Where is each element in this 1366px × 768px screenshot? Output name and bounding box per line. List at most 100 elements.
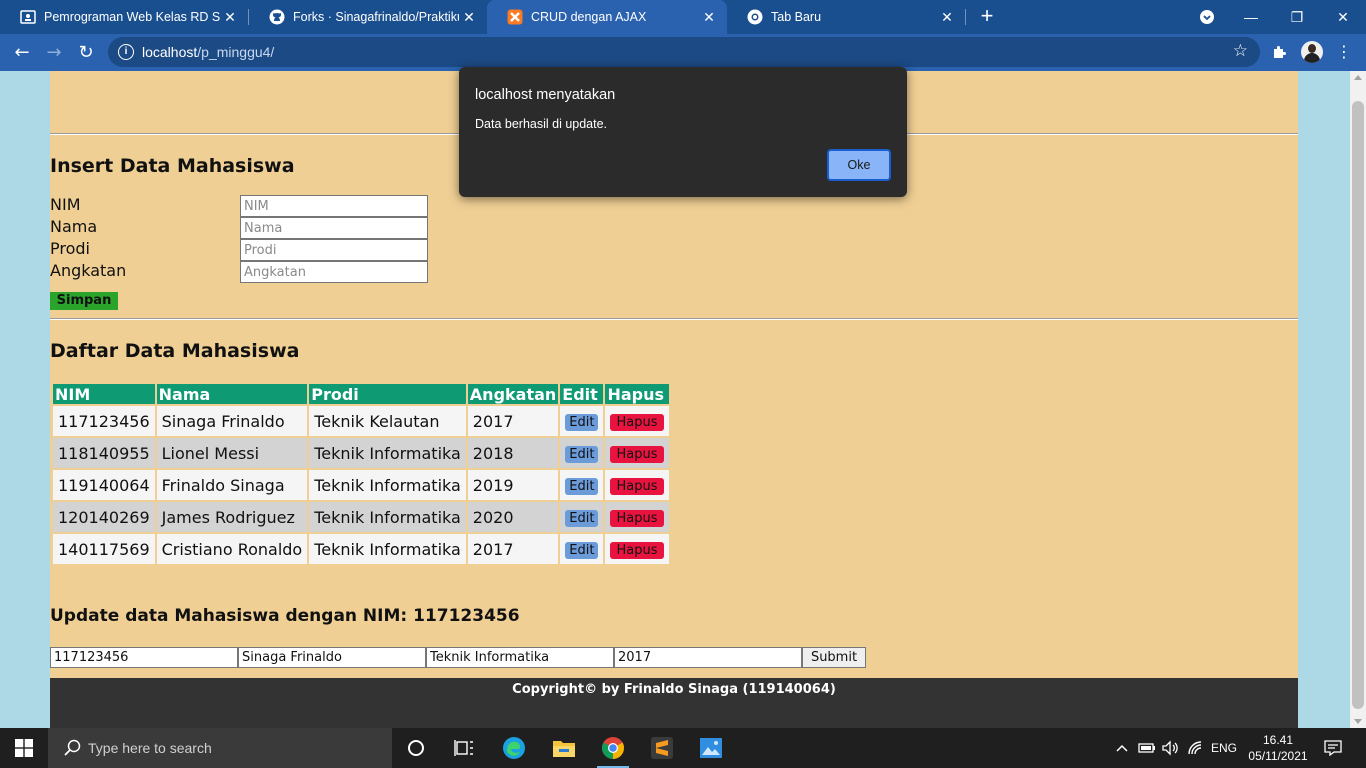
simpan-button[interactable]: Simpan: [50, 292, 118, 310]
bookmark-star-icon[interactable]: ☆: [1233, 41, 1248, 61]
update-title: Update data Mahasiswa dengan NIM: 117123…: [50, 606, 520, 626]
nim-input[interactable]: [240, 195, 428, 217]
table-row: 117123456 Sinaga Frinaldo Teknik Kelauta…: [53, 406, 669, 436]
update-prodi-input[interactable]: [426, 647, 614, 668]
new-tab-button[interactable]: +: [976, 5, 998, 29]
site-info-icon[interactable]: i: [118, 44, 134, 60]
cell-hapus: Hapus: [605, 406, 669, 436]
profile-avatar[interactable]: [1301, 41, 1323, 63]
cell-hapus: Hapus: [605, 438, 669, 468]
angkatan-label: Angkatan: [50, 261, 127, 280]
wifi-icon[interactable]: [1185, 728, 1207, 768]
cell-angkatan: 2018: [467, 438, 559, 468]
task-view-icon[interactable]: [440, 728, 488, 768]
avatar-head: [1308, 44, 1316, 53]
minimize-icon[interactable]: —: [1228, 0, 1274, 34]
close-tab-icon[interactable]: ✕: [459, 9, 479, 26]
system-clock[interactable]: 16.41 05/11/2021: [1248, 732, 1308, 764]
page-scrollbar[interactable]: [1350, 71, 1366, 728]
reload-icon[interactable]: ↻: [72, 38, 100, 66]
chrome-taskbar-icon[interactable]: [589, 728, 637, 768]
hapus-button[interactable]: Hapus: [610, 478, 664, 495]
update-nama-input[interactable]: [238, 647, 426, 668]
address-bar[interactable]: i localhost/p_minggu4/ ☆: [108, 37, 1260, 67]
edge-icon[interactable]: [490, 728, 538, 768]
language-indicator[interactable]: ENG: [1208, 728, 1240, 768]
mahasiswa-table: NIM Nama Prodi Angkatan Edit Hapus 11712…: [51, 382, 671, 566]
tab-pemrograman-web[interactable]: Pemrograman Web Kelas RD Sem ✕: [0, 0, 248, 34]
edit-button[interactable]: Edit: [565, 510, 599, 527]
tab-strip: Pemrograman Web Kelas RD Sem ✕ Forks · S…: [0, 0, 1366, 34]
hapus-button[interactable]: Hapus: [610, 414, 664, 431]
restore-icon[interactable]: ❐: [1274, 0, 1320, 34]
table-row: 118140955 Lionel Messi Teknik Informatik…: [53, 438, 669, 468]
tab-github-forks[interactable]: Forks · Sinagafrinaldo/Praktikum ✕: [249, 0, 487, 34]
prodi-input[interactable]: [240, 239, 428, 261]
browser-menu-icon[interactable]: ⋮: [1336, 41, 1352, 63]
nama-label: Nama: [50, 217, 98, 236]
windows-start-icon[interactable]: [0, 728, 48, 768]
update-nim-input[interactable]: [50, 647, 238, 668]
hapus-button[interactable]: Hapus: [610, 542, 664, 559]
back-arrow-icon[interactable]: ←: [8, 38, 36, 66]
close-tab-icon[interactable]: ✕: [937, 9, 957, 26]
photos-icon[interactable]: [687, 728, 735, 768]
column-header-prodi: Prodi: [309, 384, 466, 404]
hapus-button[interactable]: Hapus: [610, 446, 664, 463]
edit-button[interactable]: Edit: [565, 478, 599, 495]
battery-icon[interactable]: [1136, 728, 1158, 768]
cell-hapus: Hapus: [605, 470, 669, 500]
forward-arrow-icon[interactable]: →: [40, 38, 68, 66]
dialog-ok-button[interactable]: Oke: [827, 149, 891, 181]
close-tab-icon[interactable]: ✕: [699, 9, 719, 26]
close-window-icon[interactable]: ✕: [1320, 0, 1366, 34]
hapus-button[interactable]: Hapus: [610, 510, 664, 527]
alert-dialog: localhost menyatakan Data berhasil di up…: [459, 67, 907, 197]
sublime-text-icon[interactable]: [638, 728, 686, 768]
edit-button[interactable]: Edit: [565, 542, 599, 559]
close-tab-icon[interactable]: ✕: [220, 9, 240, 26]
tab-crud-ajax[interactable]: CRUD dengan AJAX ✕: [487, 0, 727, 34]
cell-nim: 117123456: [53, 406, 155, 436]
file-explorer-icon[interactable]: [540, 728, 588, 768]
update-angkatan-input[interactable]: [614, 647, 802, 668]
cell-prodi: Teknik Informatika: [309, 534, 466, 564]
edit-button[interactable]: Edit: [565, 414, 599, 431]
clock-time: 16.41: [1262, 733, 1294, 747]
nama-input[interactable]: [240, 217, 428, 239]
column-header-nim: NIM: [53, 384, 155, 404]
scroll-down-icon[interactable]: [1354, 719, 1362, 724]
cell-nama: James Rodriguez: [156, 502, 308, 532]
show-hidden-icons-icon[interactable]: [1112, 728, 1132, 768]
cell-hapus: Hapus: [605, 534, 669, 564]
prodi-label: Prodi: [50, 239, 90, 258]
xampp-icon: [507, 9, 523, 25]
tab-label: CRUD dengan AJAX: [531, 10, 647, 24]
windows-taskbar: Type here to search ENG 16.41 05/11/2021: [0, 728, 1366, 768]
insert-title: Insert Data Mahasiswa: [50, 155, 295, 177]
cell-angkatan: 2020: [467, 502, 559, 532]
footer-copyright: Copyright© by Frinaldo Sinaga (119140064…: [512, 682, 836, 697]
angkatan-input[interactable]: [240, 261, 428, 283]
taskbar-search-box[interactable]: Type here to search: [48, 728, 392, 768]
volume-icon[interactable]: [1160, 728, 1182, 768]
scroll-thumb[interactable]: [1352, 101, 1364, 709]
tab-search-icon[interactable]: [1184, 0, 1230, 34]
cell-nama: Sinaga Frinaldo: [156, 406, 308, 436]
cell-hapus: Hapus: [605, 502, 669, 532]
tab-new[interactable]: Tab Baru ✕: [727, 0, 965, 34]
cell-edit: Edit: [560, 502, 604, 532]
submit-button[interactable]: Submit: [802, 647, 866, 668]
url-text[interactable]: localhost/p_minggu4/: [142, 44, 274, 60]
tab-label: Forks · Sinagafrinaldo/Praktikum: [293, 10, 459, 24]
edit-button[interactable]: Edit: [565, 446, 599, 463]
cell-prodi: Teknik Informatika: [309, 470, 466, 500]
cortana-icon[interactable]: [392, 728, 440, 768]
extensions-puzzle-icon[interactable]: [1268, 41, 1290, 63]
notification-center-icon[interactable]: [1318, 728, 1348, 768]
cell-prodi: Teknik Informatika: [309, 438, 466, 468]
cell-prodi: Teknik Informatika: [309, 502, 466, 532]
dialog-message: Data berhasil di update.: [475, 117, 608, 131]
scroll-up-icon[interactable]: [1354, 75, 1362, 80]
table-header-row: NIM Nama Prodi Angkatan Edit Hapus: [53, 384, 669, 404]
